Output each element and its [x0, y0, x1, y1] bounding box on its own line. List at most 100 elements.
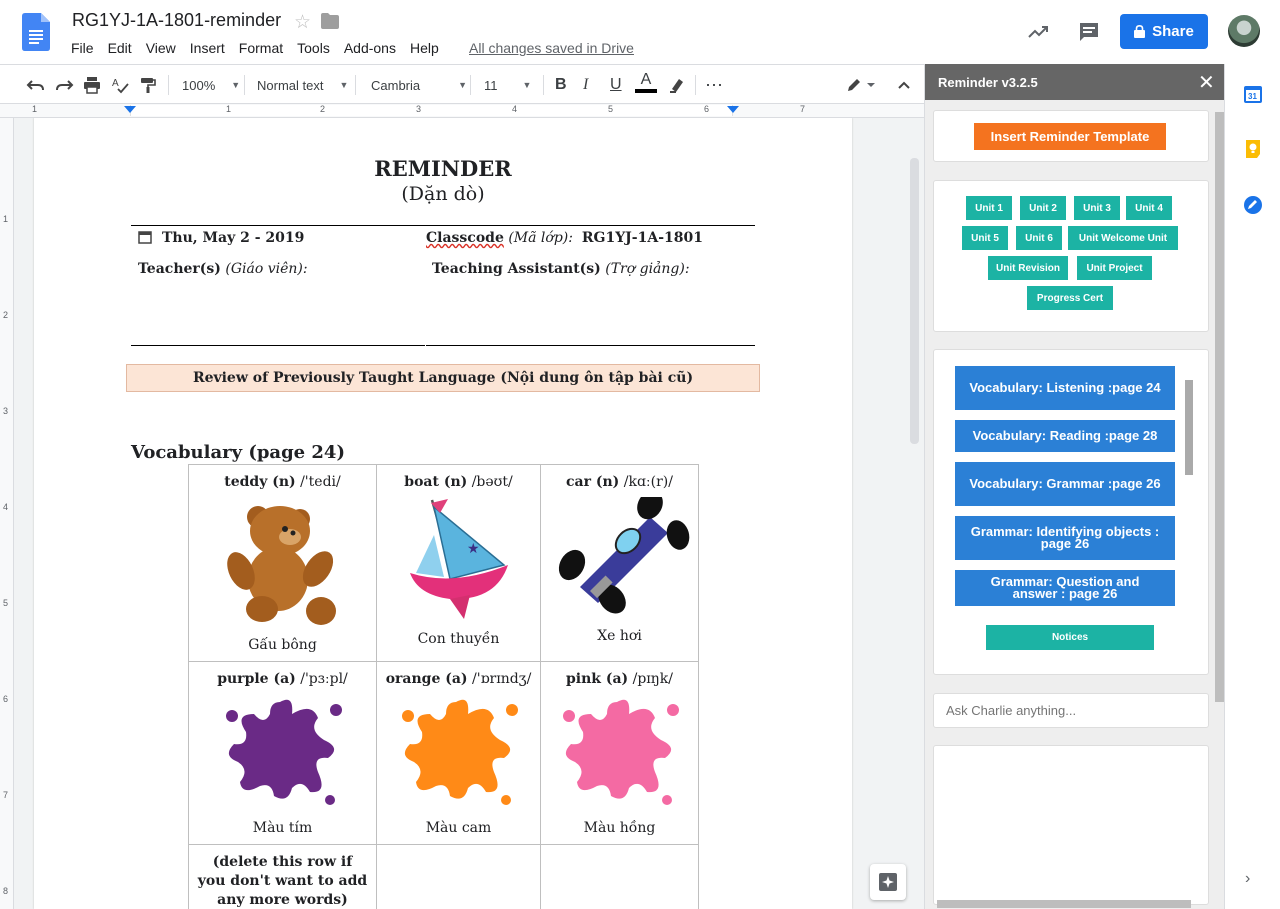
ruler-number: 2: [320, 104, 326, 114]
left-indent-marker[interactable]: [124, 106, 136, 113]
word-label: purple (a): [217, 671, 296, 687]
boat-image: ★: [409, 499, 508, 619]
ruler-number: 4: [3, 502, 9, 512]
tasks-icon[interactable]: [1243, 195, 1263, 215]
unit-revision-button[interactable]: Unit Revision: [988, 256, 1068, 280]
save-status-link[interactable]: All changes saved in Drive: [469, 40, 634, 56]
menu-tools[interactable]: Tools: [290, 38, 337, 58]
menu-format[interactable]: Format: [232, 38, 290, 58]
menu-help[interactable]: Help: [403, 38, 446, 58]
collapse-toolbar-icon[interactable]: [896, 74, 912, 96]
menu-insert[interactable]: Insert: [183, 38, 232, 58]
menu-edit[interactable]: Edit: [101, 38, 139, 58]
vocab-cell: pink (a) /pɪŋk/ Màu hồng: [540, 661, 699, 845]
classcode-hint: (Mã lớp):: [508, 230, 573, 246]
docs-logo-icon[interactable]: [22, 13, 50, 51]
spellcheck-icon[interactable]: A: [111, 74, 129, 96]
unit-3-button[interactable]: Unit 3: [1074, 196, 1120, 220]
word-meaning: Màu cam: [425, 820, 492, 836]
close-icon[interactable]: ✕: [1198, 70, 1215, 95]
share-button[interactable]: Share: [1120, 14, 1208, 49]
unit-welcome-button[interactable]: Unit Welcome Unit: [1068, 226, 1178, 250]
unit-project-button[interactable]: Unit Project: [1077, 256, 1152, 280]
ruler-number: 1: [32, 104, 38, 114]
right-indent-marker[interactable]: [727, 106, 739, 113]
document-title[interactable]: RG1YJ-1A-1801-reminder: [72, 10, 281, 31]
paint-format-icon[interactable]: [139, 74, 157, 96]
menu-addons[interactable]: Add-ons: [337, 38, 403, 58]
ruler-number: 1: [226, 104, 232, 114]
chevron-down-icon: ▼: [231, 80, 241, 90]
side-panel-rail: 31 ›: [1224, 64, 1280, 909]
redo-icon[interactable]: [54, 74, 74, 96]
text-color-button[interactable]: A: [635, 71, 657, 99]
editing-mode-icon[interactable]: [846, 74, 876, 96]
unit-4-button[interactable]: Unit 4: [1126, 196, 1172, 220]
unit-5-button[interactable]: Unit 5: [962, 226, 1008, 250]
date-value: Thu, May 2 - 2019: [162, 230, 305, 246]
section-button[interactable]: Vocabulary: Grammar :page 26: [955, 462, 1175, 506]
progress-cert-button[interactable]: Progress Cert: [1027, 286, 1113, 310]
app-header: RG1YJ-1A-1801-reminder ☆ File Edit View …: [0, 0, 1280, 64]
response-card: [933, 745, 1209, 905]
activity-trend-icon[interactable]: [1026, 20, 1050, 44]
chevron-right-icon[interactable]: ›: [1245, 870, 1250, 888]
sidebar-horizontal-scrollbar[interactable]: [937, 900, 1191, 908]
style-select[interactable]: Normal text ▼: [257, 74, 348, 96]
word-label: teddy (n): [224, 474, 296, 490]
zoom-select[interactable]: 100% ▼: [182, 74, 240, 96]
menu-file[interactable]: File: [64, 38, 101, 58]
more-options-icon[interactable]: ⋯: [705, 74, 724, 96]
calendar-icon[interactable]: 31: [1243, 84, 1263, 104]
unit-6-button[interactable]: Unit 6: [1016, 226, 1062, 250]
reminder-sidebar: Reminder v3.2.5 ✕ Insert Reminder Templa…: [924, 64, 1225, 909]
font-size-select[interactable]: 11 ▼: [484, 74, 531, 96]
explore-button[interactable]: [870, 864, 906, 900]
word-label: pink (a): [565, 671, 629, 687]
ruler-number: 3: [416, 104, 422, 114]
star-icon[interactable]: ☆: [294, 11, 311, 34]
svg-text:A: A: [112, 78, 119, 89]
unit-2-button[interactable]: Unit 2: [1020, 196, 1066, 220]
date-text: Thu, May 2 - 2019: [162, 230, 304, 246]
classcode-label: Classcode: [426, 230, 504, 246]
sidebar-scrollbar[interactable]: [1215, 112, 1224, 702]
vocab-cell: [376, 844, 541, 909]
keep-icon[interactable]: [1243, 139, 1263, 159]
avatar[interactable]: [1228, 15, 1260, 47]
section-button[interactable]: Grammar: Identifying objects : page 26: [955, 516, 1175, 560]
undo-icon[interactable]: [26, 74, 46, 96]
formatting-toolbar: A 100% ▼ Normal text ▼ Cambria ▼ 11 ▼ B I U …: [0, 64, 924, 104]
divider: [426, 345, 755, 346]
italic-button[interactable]: I: [583, 74, 588, 96]
section-button[interactable]: Vocabulary: Listening :page 24: [955, 366, 1175, 410]
font-size-value: 11: [484, 77, 498, 93]
word-ipa: /kɑː(r)/: [623, 474, 673, 490]
ruler-number: 2: [3, 310, 9, 320]
font-select[interactable]: Cambria ▼: [371, 74, 467, 96]
classcode-text: Classcode (Mã lớp): RG1YJ-1A-1801: [426, 230, 703, 246]
ask-charlie-input[interactable]: [933, 693, 1209, 728]
sections-scrollbar[interactable]: [1185, 380, 1193, 475]
comment-icon[interactable]: [1077, 20, 1101, 44]
section-button[interactable]: Vocabulary: Reading :page 28: [955, 420, 1175, 452]
unit-1-button[interactable]: Unit 1: [966, 196, 1012, 220]
underline-button[interactable]: U: [610, 74, 622, 96]
document-scrollbar[interactable]: [910, 158, 919, 444]
vocab-table: teddy (n) /'tedi/ Gấu bông boat (n) /bəʊ…: [188, 464, 699, 909]
notices-button[interactable]: Notices: [986, 625, 1154, 650]
bold-button[interactable]: B: [555, 74, 567, 96]
print-icon[interactable]: [83, 74, 101, 96]
insert-template-button[interactable]: Insert Reminder Template: [974, 123, 1166, 150]
share-label: Share: [1152, 23, 1194, 40]
ruler-number: 6: [704, 104, 710, 114]
menu-view[interactable]: View: [139, 38, 183, 58]
review-banner: Review of Previously Taught Language (Nộ…: [126, 364, 760, 392]
document-page[interactable]: REMINDER (Dặn dò) Thu, May 2 - 2019 Clas…: [34, 118, 852, 909]
section-button[interactable]: Grammar: Question and answer : page 26: [955, 570, 1175, 606]
horizontal-ruler[interactable]: 1 1 2 3 4 5 6 7: [0, 104, 924, 118]
folder-icon[interactable]: [321, 13, 339, 29]
ta-text: Teaching Assistant(s) (Trợ giảng):: [432, 261, 690, 277]
teacher-hint: (Giáo viên):: [225, 261, 308, 277]
highlight-icon[interactable]: [668, 74, 686, 96]
